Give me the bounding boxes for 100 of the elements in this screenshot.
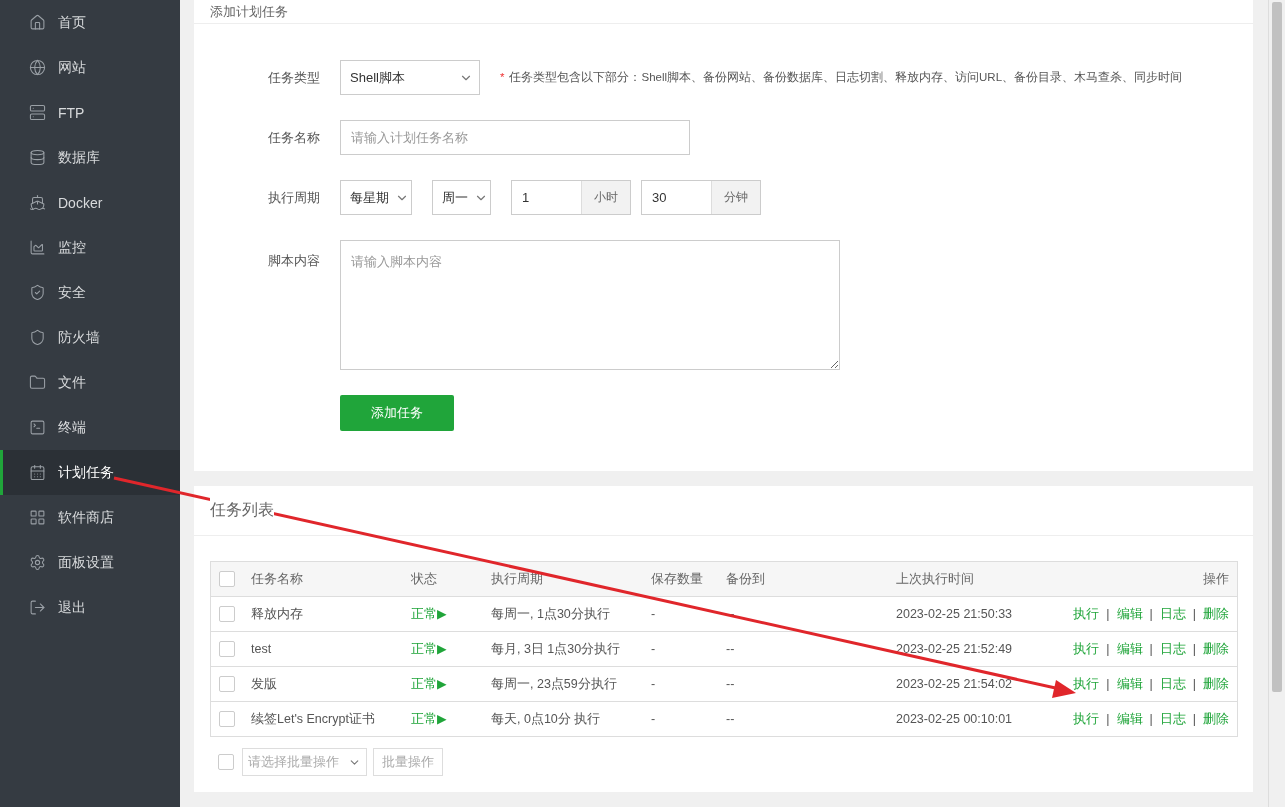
action-link[interactable]: 删除	[1203, 606, 1229, 621]
table-cell: 每天, 0点10分 执行	[483, 701, 643, 737]
sidebar-item[interactable]: 计划任务	[0, 450, 180, 495]
separator: |	[1106, 711, 1110, 726]
ship-icon	[29, 194, 46, 211]
column-header: 任务名称	[243, 561, 403, 597]
scrollbar[interactable]	[1268, 0, 1285, 807]
action-link[interactable]: 执行	[1073, 606, 1100, 621]
table-cell: 2023-02-25 21:50:33	[888, 596, 1058, 632]
settings-icon	[29, 554, 46, 571]
separator: |	[1149, 711, 1153, 726]
field-label: 执行周期	[267, 188, 320, 207]
database-icon	[29, 149, 46, 166]
table-cell: 发版	[243, 666, 403, 702]
batch-button[interactable]: 批量操作	[373, 748, 443, 776]
batch-select[interactable]: 请选择批量操作	[242, 748, 367, 776]
sidebar-item[interactable]: 文件	[0, 360, 180, 405]
separator: |	[1106, 676, 1110, 691]
table-cell: 2023-02-25 00:10:01	[888, 701, 1058, 737]
sidebar-item[interactable]: 退出	[0, 585, 180, 630]
sidebar-item[interactable]: 首页	[0, 0, 180, 45]
cycle-select[interactable]: 每星期	[340, 180, 412, 215]
action-link[interactable]: 日志	[1159, 641, 1186, 656]
hint-text: * 任务类型包含以下部分：Shell脚本、备份网站、备份数据库、日志切割、释放内存、访问URL、备份目录、木马查杀、同步时间	[500, 70, 1183, 85]
sidebar-item[interactable]: FTP	[0, 90, 180, 135]
action-link[interactable]: 日志	[1159, 606, 1186, 621]
separator: |	[1149, 676, 1153, 691]
table-cell: 每月, 3日 1点30分执行	[483, 631, 643, 667]
column-header: 保存数量	[643, 561, 718, 597]
checkbox[interactable]	[219, 711, 235, 727]
checkbox[interactable]	[219, 606, 235, 622]
status-text[interactable]: 正常▶	[411, 606, 447, 621]
table-cell: --	[718, 631, 888, 667]
table-cell: 2023-02-25 21:52:49	[888, 631, 1058, 667]
action-link[interactable]: 编辑	[1116, 606, 1143, 621]
sidebar-item[interactable]: 面板设置	[0, 540, 180, 585]
status-text[interactable]: 正常▶	[411, 711, 447, 726]
shield-check-icon	[29, 284, 46, 301]
action-link[interactable]: 编辑	[1116, 641, 1143, 656]
sidebar-item[interactable]: 安全	[0, 270, 180, 315]
action-link[interactable]: 执行	[1073, 641, 1100, 656]
action-link[interactable]: 删除	[1203, 711, 1229, 726]
task-type-select[interactable]: Shell脚本	[340, 60, 480, 95]
action-link[interactable]: 日志	[1159, 711, 1186, 726]
globe-icon	[29, 59, 46, 76]
table-cell: 每周一, 23点59分执行	[483, 666, 643, 702]
field-label: 脚本内容	[267, 252, 320, 270]
separator: |	[1192, 711, 1196, 726]
table-cell: -	[643, 701, 718, 737]
shield-icon	[29, 329, 46, 346]
status-text[interactable]: 正常▶	[411, 641, 447, 656]
separator: |	[1149, 641, 1153, 656]
action-link[interactable]: 日志	[1159, 676, 1186, 691]
sidebar-item[interactable]: 软件商店	[0, 495, 180, 540]
field-label: 任务类型	[267, 68, 320, 87]
table-cell: test	[243, 631, 403, 667]
status-text[interactable]: 正常▶	[411, 676, 447, 691]
action-link[interactable]: 编辑	[1116, 676, 1143, 691]
table-cell: -	[643, 631, 718, 667]
table-cell: --	[718, 701, 888, 737]
column-header: 操作	[1058, 561, 1238, 597]
terminal-icon	[29, 419, 46, 436]
checkbox[interactable]	[219, 641, 235, 657]
script-textarea[interactable]: 请输入脚本内容	[340, 240, 840, 370]
table-cell: -	[643, 666, 718, 702]
action-link[interactable]: 删除	[1203, 676, 1229, 691]
logout-icon	[29, 599, 46, 616]
calendar-icon	[29, 464, 46, 481]
checkbox[interactable]	[219, 676, 235, 692]
table-cell: 每周一, 1点30分执行	[483, 596, 643, 632]
separator: |	[1106, 641, 1110, 656]
sidebar-item[interactable]: 监控	[0, 225, 180, 270]
action-link[interactable]: 编辑	[1116, 711, 1143, 726]
sidebar-item[interactable]: 数据库	[0, 135, 180, 180]
sidebar-item[interactable]: 防火墙	[0, 315, 180, 360]
table-cell: --	[718, 666, 888, 702]
checkbox[interactable]	[218, 754, 234, 770]
column-header: 上次执行时间	[888, 561, 1058, 597]
action-link[interactable]: 删除	[1203, 641, 1229, 656]
table-cell: 续签Let's Encrypt证书	[243, 701, 403, 737]
grid-icon	[29, 509, 46, 526]
server-icon	[29, 104, 46, 121]
field-label: 任务名称	[267, 128, 320, 147]
chart-icon	[29, 239, 46, 256]
add-task-button[interactable]: 添加任务	[340, 395, 454, 431]
sidebar-item[interactable]: Docker	[0, 180, 180, 225]
action-link[interactable]: 执行	[1073, 711, 1100, 726]
separator: |	[1192, 676, 1196, 691]
column-header: 状态	[403, 561, 483, 597]
column-header: 执行周期	[483, 561, 643, 597]
input-field[interactable]: 请输入计划任务名称	[340, 120, 690, 155]
action-link[interactable]: 执行	[1073, 676, 1100, 691]
checkbox[interactable]	[219, 571, 235, 587]
weekday-select[interactable]: 周一	[432, 180, 491, 215]
sidebar-item[interactable]: 网站	[0, 45, 180, 90]
folder-icon	[29, 374, 46, 391]
separator: |	[1192, 641, 1196, 656]
table-cell: 释放内存	[243, 596, 403, 632]
sidebar-item[interactable]: 终端	[0, 405, 180, 450]
home-icon	[29, 14, 46, 31]
